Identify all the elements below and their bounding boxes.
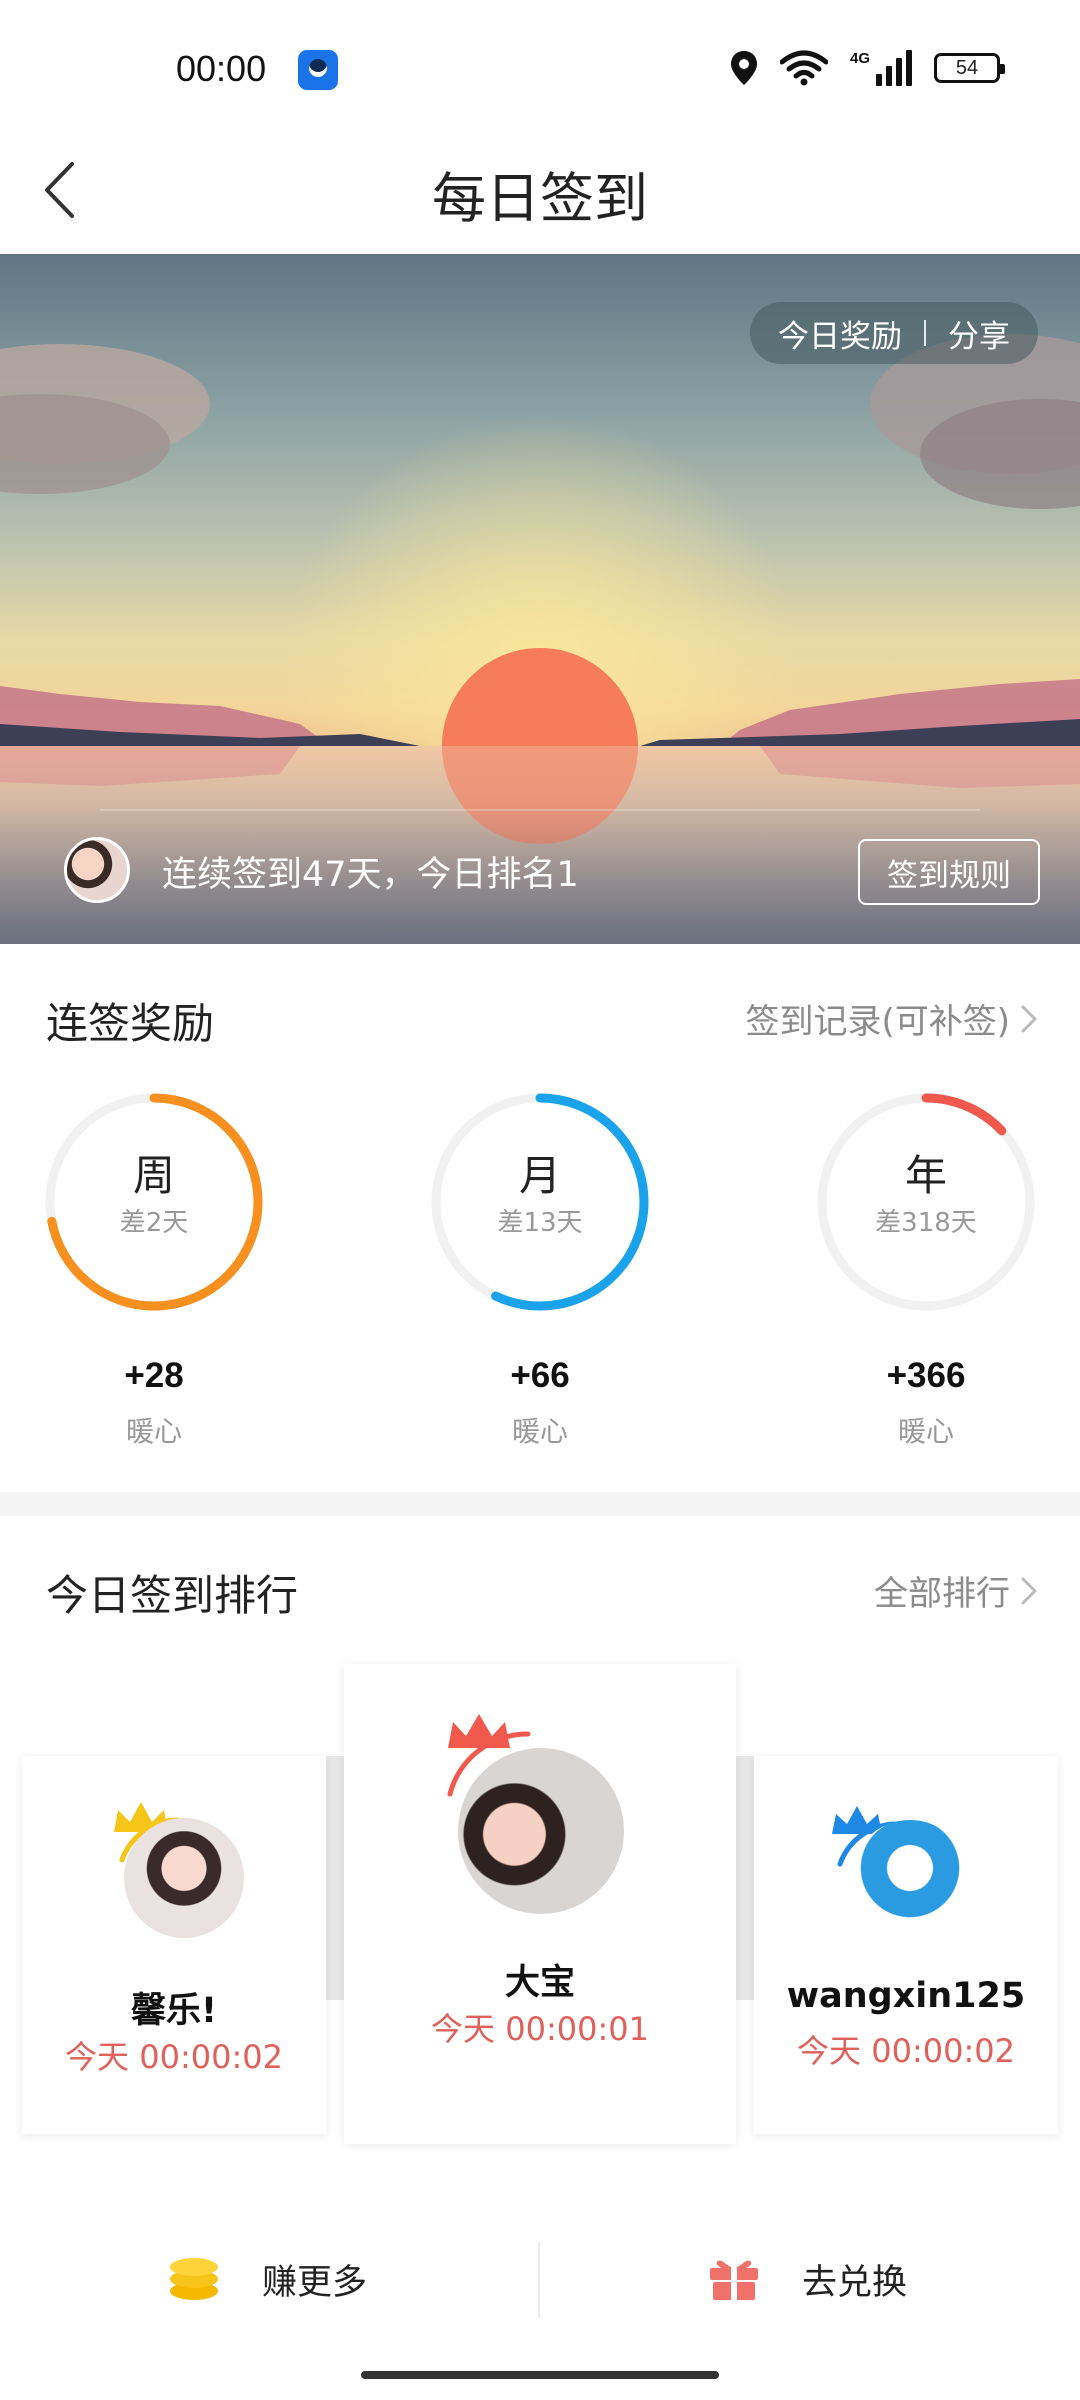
home-indicator[interactable] <box>361 2371 719 2379</box>
reward-remaining: 差13天 <box>497 1208 583 1238</box>
title-bar: 每日签到 <box>0 140 1080 254</box>
reward-unit: 暖心 <box>125 1415 182 1448</box>
rank-name: 大宝 <box>504 1963 575 2003</box>
reward-amount: +28 <box>124 1356 184 1395</box>
app-notification-icon <box>298 50 338 90</box>
podium-shadow <box>736 1756 756 2000</box>
location-icon <box>730 51 757 85</box>
rank-card-second[interactable]: 馨乐! 今天 00:00:02 <box>22 1756 326 2134</box>
rewards-title: 连签奖励 <box>46 999 215 1048</box>
status-bar: 00:00 4G 54 <box>0 0 1080 140</box>
rank-avatar[interactable] <box>850 1820 970 1940</box>
reward-amount: +366 <box>886 1356 966 1395</box>
today-reward-link[interactable]: 今日奖励 <box>778 311 902 356</box>
earn-more-label: 赚更多 <box>262 2262 368 2303</box>
rank-time: 今天 00:00:01 <box>431 2010 649 2048</box>
reward-amount: +66 <box>510 1356 570 1395</box>
reward-share-pill: 今日奖励 分享 <box>750 302 1038 364</box>
rank-name: 馨乐! <box>131 1991 217 2031</box>
rank-avatar[interactable] <box>124 1818 244 1938</box>
pill-divider <box>924 320 926 346</box>
bottom-action-bar: 赚更多 去兑换 <box>0 2214 1080 2344</box>
podium-shadow <box>324 1756 344 2000</box>
rank-time: 今天 00:00:02 <box>65 2038 283 2076</box>
rank-card-third[interactable]: wangxin125 今天 00:00:02 <box>754 1756 1058 2134</box>
reward-remaining: 差318天 <box>875 1208 977 1238</box>
rank-name: wangxin125 <box>786 1976 1026 2016</box>
ranking-title: 今日签到排行 <box>46 1571 299 1620</box>
battery-icon: 54 <box>934 53 1005 83</box>
reward-year[interactable]: 年 差318天 <box>816 1092 1036 1312</box>
checkin-record-label: 签到记录(可补签) <box>745 1002 1010 1042</box>
earn-more-button[interactable]: 赚更多 <box>168 2214 367 2344</box>
all-ranking-label: 全部排行 <box>874 1574 1010 1614</box>
page-title: 每日签到 <box>432 167 648 230</box>
reward-period: 月 <box>518 1151 561 1200</box>
reward-unit: 暖心 <box>897 1415 954 1448</box>
reward-unit: 暖心 <box>511 1415 568 1448</box>
section-divider <box>0 1492 1080 1516</box>
rules-button[interactable]: 签到规则 <box>858 839 1040 905</box>
hero-banner: 今日奖励 分享 连续签到47天，今日排名1 签到规则 <box>0 254 1080 944</box>
chevron-right-icon <box>1021 1005 1037 1032</box>
redeem-label: 去兑换 <box>802 2262 908 2303</box>
reward-week[interactable]: 周 差2天 <box>44 1092 264 1312</box>
redeem-button[interactable]: 去兑换 <box>708 2214 907 2344</box>
status-time: 00:00 <box>176 48 267 89</box>
battery-level: 54 <box>955 56 979 79</box>
cellular-signal-icon: 4G <box>850 50 912 86</box>
share-link[interactable]: 分享 <box>948 311 1010 356</box>
reward-period: 年 <box>904 1151 947 1200</box>
gift-icon <box>710 2260 758 2300</box>
rank-time: 今天 00:00:02 <box>797 2032 1015 2070</box>
streak-text: 连续签到47天，今日排名1 <box>162 855 579 895</box>
network-type: 4G <box>849 50 870 67</box>
all-ranking-link[interactable]: 全部排行 <box>874 1566 1038 1615</box>
rank-avatar[interactable] <box>458 1748 624 1914</box>
chevron-right-icon <box>1021 1577 1037 1604</box>
reward-month[interactable]: 月 差13天 <box>430 1092 650 1312</box>
rank-card-first[interactable]: 大宝 今天 00:00:01 <box>344 1664 736 2144</box>
reward-period: 周 <box>132 1151 175 1200</box>
user-avatar[interactable] <box>64 837 130 903</box>
bottom-bar-divider <box>538 2242 540 2318</box>
checkin-record-link[interactable]: 签到记录(可补签) <box>745 994 1038 1043</box>
status-icons: 4G 54 <box>730 50 1005 86</box>
wifi-icon <box>779 50 828 86</box>
reward-remaining: 差2天 <box>119 1208 189 1238</box>
coins-icon <box>170 2258 218 2300</box>
